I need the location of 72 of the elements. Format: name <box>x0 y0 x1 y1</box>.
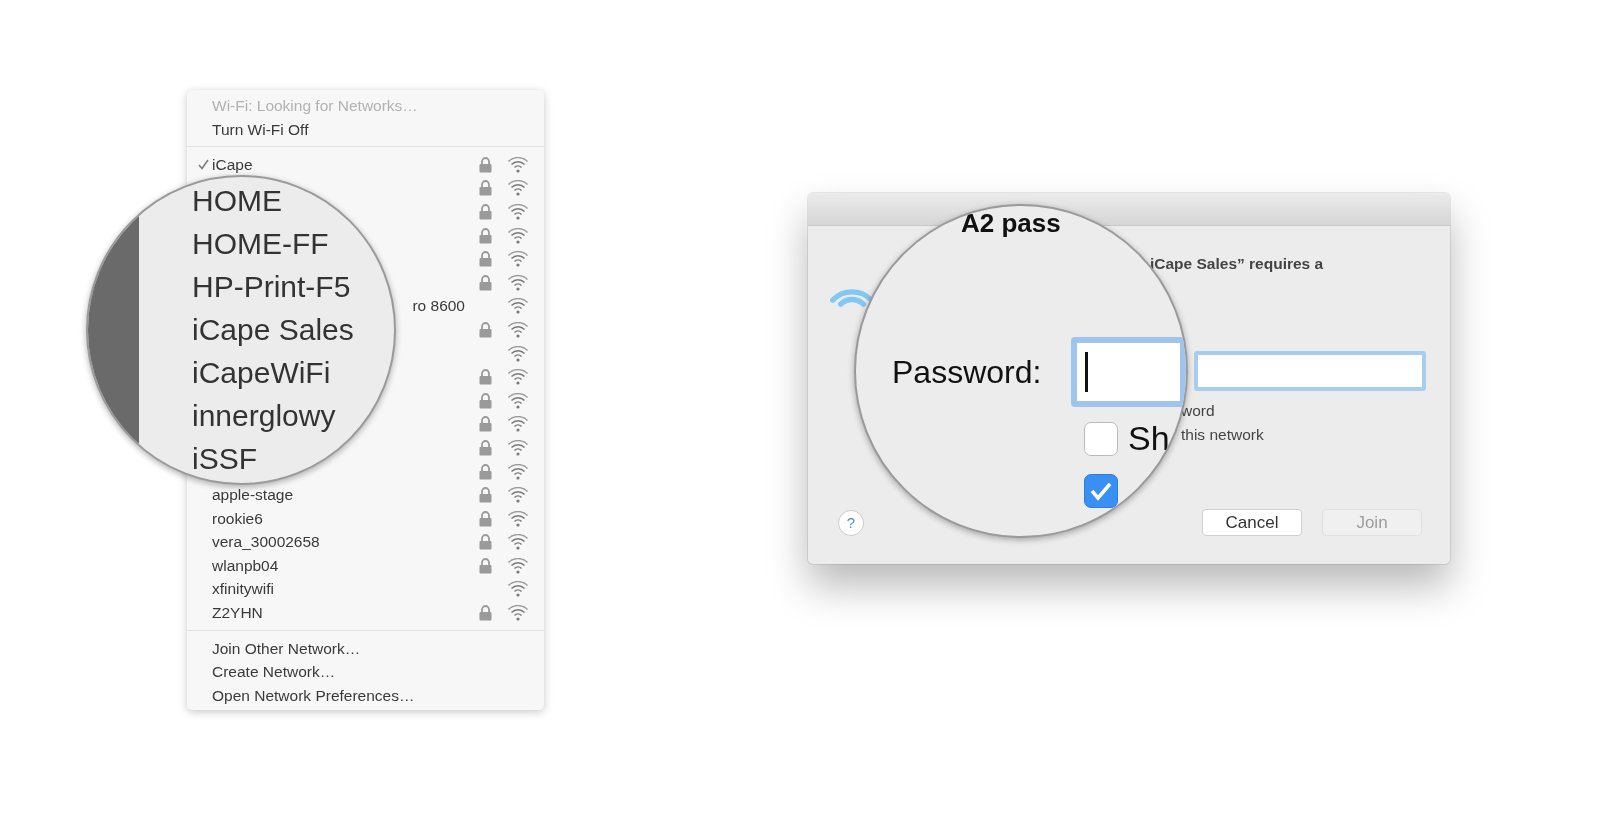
menu-item[interactable]: Join Other Network… <box>212 636 361 661</box>
magnified-network-name: iCape Sales <box>192 312 354 348</box>
wifi-signal-icon <box>507 156 529 173</box>
password-field[interactable] <box>1194 351 1426 391</box>
wifi-signal-icon <box>507 463 529 480</box>
network-name[interactable]: xfinitywifi <box>212 580 274 599</box>
wifi-status: Wi-Fi: Looking for Networks… <box>212 96 418 116</box>
lock-icon <box>479 321 492 338</box>
wifi-signal-icon <box>507 510 529 527</box>
magnified-password-field[interactable] <box>1071 337 1186 407</box>
wifi-signal-icon <box>507 204 529 220</box>
lock-icon <box>479 463 492 480</box>
checkbox-label: this network <box>1181 426 1265 444</box>
wifi-signal-icon <box>507 439 529 456</box>
wifi-signal-icon <box>507 581 529 598</box>
checkbox-label: word <box>1181 402 1216 420</box>
cancel-button[interactable]: Cancel <box>1202 509 1302 536</box>
dialog-message: iCape Sales” requires a <box>1150 255 1325 273</box>
lock-icon <box>479 227 492 244</box>
lock-icon <box>479 274 492 291</box>
checkbox-label: Sh <box>1128 419 1170 458</box>
magnified-heading: A2 pass <box>961 208 1062 239</box>
wifi-signal-icon <box>507 416 529 433</box>
check-icon <box>1089 481 1113 501</box>
lock-icon <box>479 369 492 386</box>
magnified-network-name: HOME-FF <box>192 226 330 262</box>
checkbox[interactable] <box>1084 474 1118 508</box>
network-name[interactable]: vera_30002658 <box>212 533 320 552</box>
wifi-signal-icon <box>507 298 529 315</box>
text-cursor <box>1085 352 1089 392</box>
checkbox[interactable] <box>1084 421 1118 456</box>
lock-icon <box>479 251 492 268</box>
menu-item[interactable]: Create Network… <box>212 660 336 684</box>
magnified-network-name: HOME <box>192 183 283 219</box>
wifi-signal-icon <box>507 180 529 197</box>
magnified-password-label: Password: <box>892 353 1042 391</box>
network-name[interactable]: rookie6 <box>212 509 263 528</box>
wifi-signal-icon <box>507 321 529 338</box>
menu-item[interactable]: Open Network Preferences… <box>212 683 415 708</box>
network-name[interactable]: apple-stage <box>212 486 293 505</box>
lock-icon <box>479 156 492 173</box>
magnified-network-name: HP-Print-F5 <box>192 269 352 305</box>
wifi-signal-icon <box>507 534 529 551</box>
network-name[interactable]: ro 8600 <box>412 297 465 316</box>
network-name[interactable]: iCape <box>212 155 253 174</box>
wifi-signal-icon <box>507 369 529 386</box>
lock-icon <box>479 510 492 527</box>
lock-icon <box>479 204 492 220</box>
wifi-signal-icon <box>507 557 529 574</box>
lock-icon <box>479 416 492 433</box>
wifi-signal-icon <box>507 605 529 622</box>
lock-icon <box>479 439 492 456</box>
wifi-icon <box>830 288 874 307</box>
wifi-signal-icon <box>507 392 529 409</box>
network-name[interactable]: Z2YHN <box>212 604 263 623</box>
lock-icon <box>479 605 492 622</box>
wifi-signal-icon <box>507 274 529 291</box>
wifi-signal-icon <box>507 227 529 244</box>
magnified-network-name: iSSF <box>192 441 258 477</box>
lock-icon <box>479 487 492 504</box>
help-button[interactable]: ? <box>838 509 864 536</box>
lock-icon <box>479 557 492 574</box>
magnified-network-name: innerglowy <box>192 398 337 434</box>
magnified-network-name: iCapeWiFi <box>192 355 332 391</box>
network-name[interactable]: wlanpb04 <box>212 556 279 575</box>
wifi-signal-icon <box>507 487 529 504</box>
wifi-signal-icon <box>507 251 529 268</box>
wifi-signal-icon <box>507 345 529 362</box>
lock-icon <box>479 392 492 409</box>
lock-icon <box>479 534 492 551</box>
menu-item[interactable]: Turn Wi-Fi Off <box>212 117 309 141</box>
lock-icon <box>479 180 492 197</box>
